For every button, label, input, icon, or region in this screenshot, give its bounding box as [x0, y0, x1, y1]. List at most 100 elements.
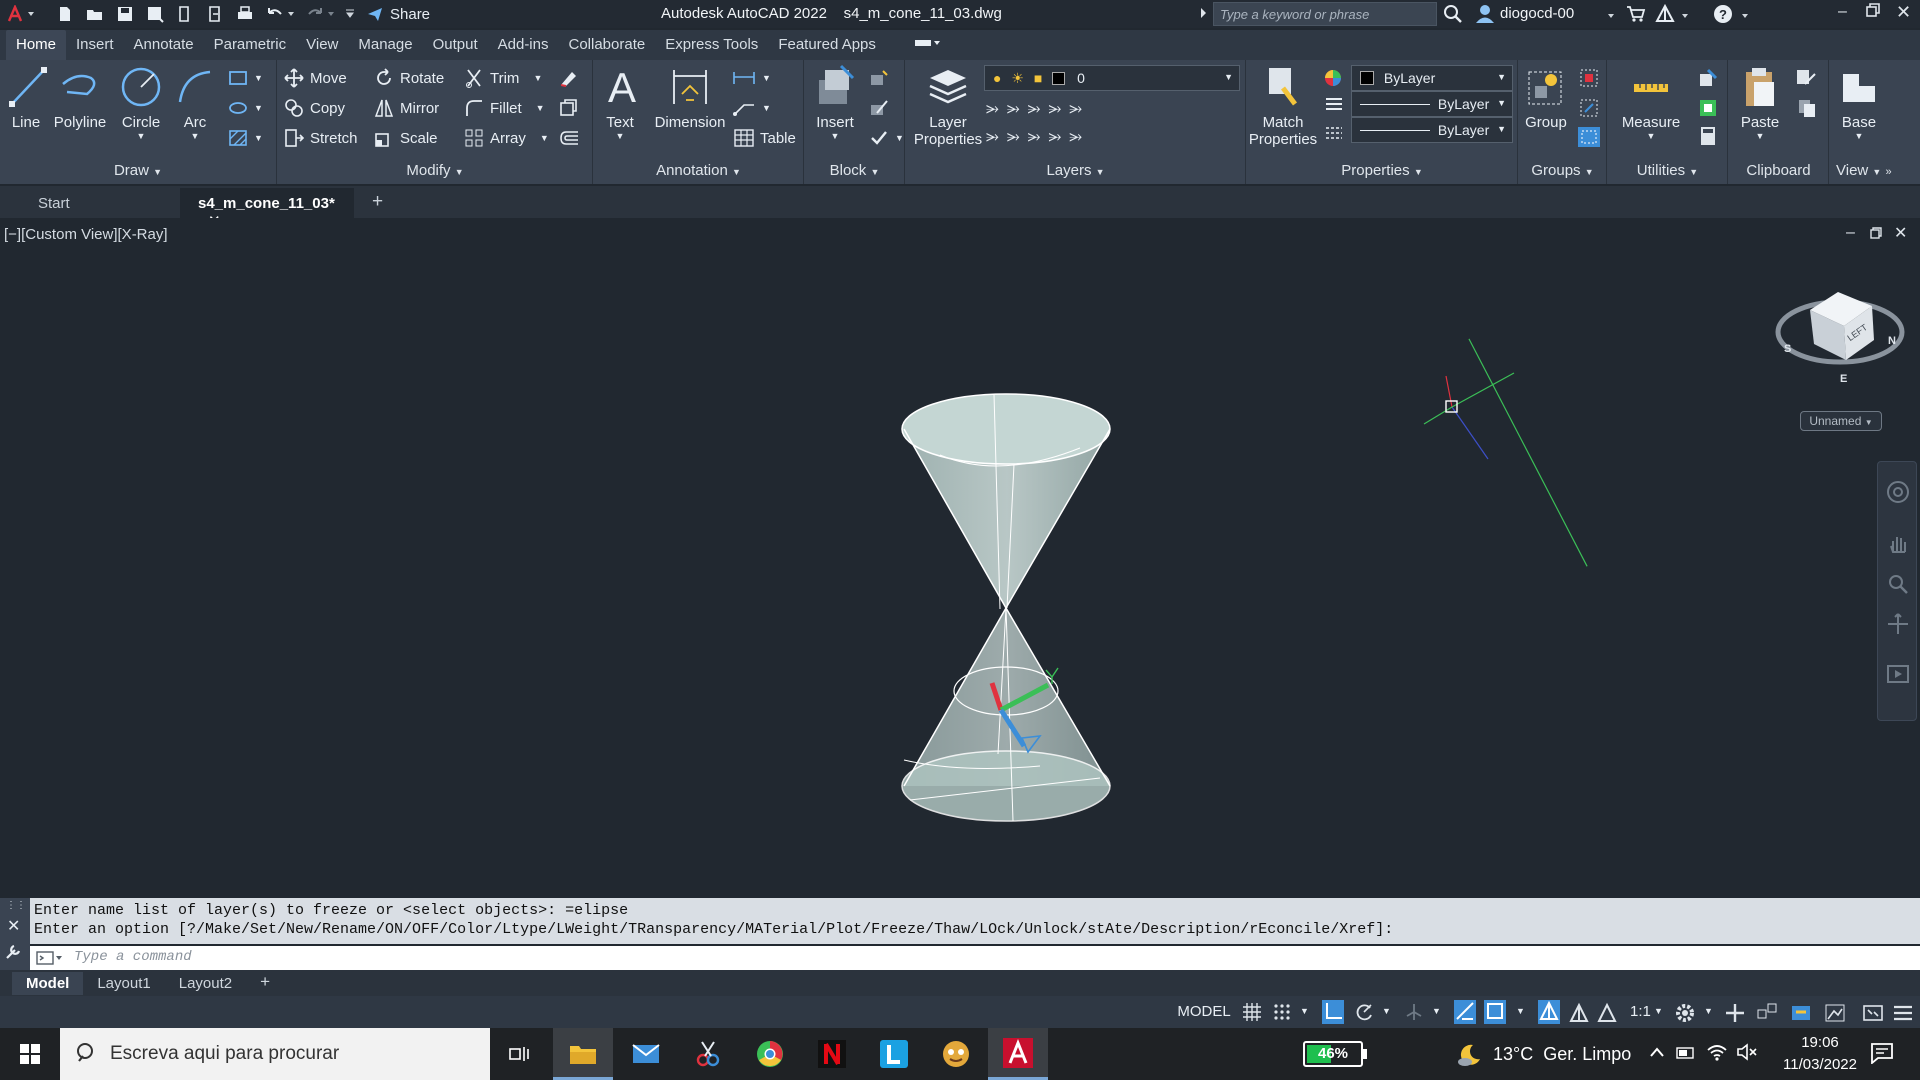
rotate-tool[interactable]: Rotate — [374, 66, 444, 90]
edit-block-tool[interactable] — [869, 96, 889, 120]
search-expand-icon[interactable] — [1200, 6, 1208, 25]
tab-parametric[interactable]: Parametric — [204, 30, 297, 60]
select-all-icon[interactable] — [1698, 98, 1718, 123]
tab-layout2[interactable]: Layout2 — [165, 972, 246, 995]
help-dropdown-icon[interactable] — [1740, 8, 1750, 26]
match-properties-tool[interactable]: Match Properties — [1247, 64, 1319, 148]
tab-featured-apps[interactable]: Featured Apps — [768, 30, 886, 60]
wifi-icon[interactable] — [1706, 1042, 1728, 1067]
table-tool[interactable]: Table — [734, 126, 796, 150]
compass-south[interactable]: S — [1784, 343, 1791, 355]
scale-tool[interactable]: Scale — [374, 126, 438, 150]
layer-properties-tool[interactable]: Layer Properties — [908, 64, 988, 148]
workspace-gear-icon[interactable] — [1674, 1002, 1696, 1022]
viewport-close-icon[interactable]: ✕ — [1894, 223, 1907, 243]
panel-expand-icon[interactable]: ▼ — [1414, 167, 1423, 177]
taskbar-search-icon[interactable] — [76, 1042, 98, 1069]
customize-toolbar-icon[interactable] — [344, 3, 356, 25]
explode-tool[interactable] — [558, 96, 578, 120]
lineweight-icon[interactable] — [1325, 96, 1343, 119]
minimize-icon[interactable]: – — [1838, 3, 1847, 21]
layer-unisolate-icon[interactable]: ⭃ — [1028, 128, 1041, 146]
new-tab-icon[interactable]: + — [354, 188, 401, 218]
panel-expand-icon[interactable]: ▼ — [1689, 167, 1698, 177]
tab-view[interactable]: View — [296, 30, 348, 60]
group-edit-icon[interactable] — [1579, 98, 1599, 123]
command-input[interactable]: Type a command — [30, 946, 1920, 970]
command-customize-icon[interactable] — [5, 942, 23, 965]
lineweight-dropdown[interactable]: ByLayer ▼ — [1351, 91, 1513, 117]
object-snap-dropdown-icon[interactable]: ▼ — [1516, 1006, 1538, 1026]
measure-tool[interactable]: Measure ▼ — [1616, 64, 1686, 141]
add-layout-icon[interactable]: + — [246, 972, 284, 995]
autocad-taskbar-icon[interactable] — [988, 1028, 1048, 1080]
leader-tool[interactable]: ▼ — [732, 96, 771, 120]
snap-dropdown-icon[interactable]: ▼ — [1300, 1006, 1322, 1026]
publish-icon[interactable] — [174, 3, 196, 25]
tab-model[interactable]: Model — [12, 971, 84, 995]
layer-freeze-icon[interactable]: ⭃ — [1028, 100, 1041, 118]
trim-dropdown-icon[interactable]: ▼ — [533, 73, 542, 83]
panel-expand-icon[interactable]: ▼ — [1585, 167, 1594, 177]
layer-on-all-icon[interactable]: ⭃ — [986, 128, 999, 146]
undo-icon[interactable] — [264, 3, 286, 25]
polyline-tool[interactable]: Polyline — [50, 64, 110, 131]
polar-tracking-icon[interactable] — [1354, 1002, 1376, 1022]
object-snap-icon[interactable] — [1484, 1000, 1506, 1024]
erase-tool[interactable] — [558, 66, 578, 90]
hatch-tool[interactable]: ▼ — [228, 126, 263, 150]
open-folder-icon[interactable] — [84, 3, 106, 25]
edit-attributes-tool[interactable]: ▼ — [869, 126, 904, 150]
upper-cone[interactable] — [901, 393, 1111, 610]
arc-tool[interactable]: Arc ▼ — [172, 64, 218, 141]
panel-expand-icon[interactable]: ▼ — [1872, 167, 1881, 177]
ribbon-minimize-icon[interactable] — [914, 36, 940, 54]
ungroup-icon[interactable] — [1579, 68, 1599, 93]
annotation-scale-value[interactable]: 1:1 — [1630, 1003, 1651, 1020]
search-icon[interactable] — [1443, 4, 1463, 29]
group-tool[interactable]: Group — [1523, 64, 1569, 131]
customization-menu-icon[interactable] — [1892, 1002, 1914, 1022]
hatch-dropdown-icon[interactable]: ▼ — [254, 133, 263, 143]
workspace-dropdown-icon[interactable]: ▼ — [1704, 1006, 1726, 1026]
tab-output[interactable]: Output — [423, 30, 488, 60]
layer-off-icon[interactable]: ⭃ — [986, 100, 999, 118]
quick-select-icon[interactable] — [1698, 68, 1718, 93]
cart-icon[interactable] — [1626, 5, 1646, 28]
utilities-panel-title[interactable]: Utilities ▼ — [1608, 160, 1727, 182]
annotation-visibility-icon[interactable] — [1538, 1000, 1560, 1024]
cut-icon[interactable] — [1795, 68, 1817, 93]
named-view-arrow-icon[interactable]: ▼ — [1865, 418, 1873, 427]
share-icon[interactable] — [364, 3, 386, 25]
undo-dropdown-icon[interactable] — [286, 3, 296, 25]
lineweight-dropdown-arrow-icon[interactable]: ▼ — [1497, 98, 1506, 108]
linear-dimension-dropdown-icon[interactable]: ▼ — [762, 73, 771, 83]
weather-moon-icon[interactable] — [1455, 1042, 1483, 1073]
viewport-minimize-icon[interactable]: – — [1846, 224, 1855, 242]
linetype-dropdown[interactable]: ByLayer ▼ — [1351, 117, 1513, 143]
file-explorer-icon[interactable] — [553, 1028, 613, 1080]
groups-panel-title[interactable]: Groups ▼ — [1519, 160, 1606, 182]
share-button[interactable]: Share — [390, 6, 430, 23]
tab-layout1[interactable]: Layout1 — [83, 972, 164, 995]
tab-manage[interactable]: Manage — [348, 30, 422, 60]
clipboard-panel-title[interactable]: Clipboard — [1729, 160, 1828, 182]
layer-thaw-icon[interactable]: ☀ — [1011, 70, 1024, 86]
panel-expand-icon[interactable]: ▼ — [732, 167, 741, 177]
copy-clip-icon[interactable] — [1797, 98, 1817, 123]
panel-expand-icon[interactable]: ▼ — [1096, 167, 1105, 177]
color-dropdown-arrow-icon[interactable]: ▼ — [1497, 72, 1506, 82]
battery-indicator[interactable]: 46% — [1303, 1041, 1363, 1067]
ellipse-tool[interactable]: ▼ — [228, 96, 263, 120]
named-view-dropdown[interactable]: Unnamed ▼ — [1800, 411, 1882, 431]
command-prompt-icon[interactable] — [36, 950, 62, 971]
layer-unlock-all-icon[interactable]: ⭃ — [1048, 128, 1061, 146]
line-tool[interactable]: Line — [6, 64, 47, 131]
notification-center-icon[interactable] — [1870, 1042, 1894, 1069]
weather-text[interactable]: 13°C Ger. Limpo — [1493, 1044, 1631, 1065]
snap-icon[interactable] — [1272, 1002, 1294, 1022]
layer-on-icon[interactable]: ● — [993, 70, 1001, 86]
app-dropdown-icon[interactable] — [1680, 8, 1690, 26]
units-icon[interactable] — [1756, 1002, 1778, 1022]
restore-icon[interactable] — [1866, 3, 1880, 22]
